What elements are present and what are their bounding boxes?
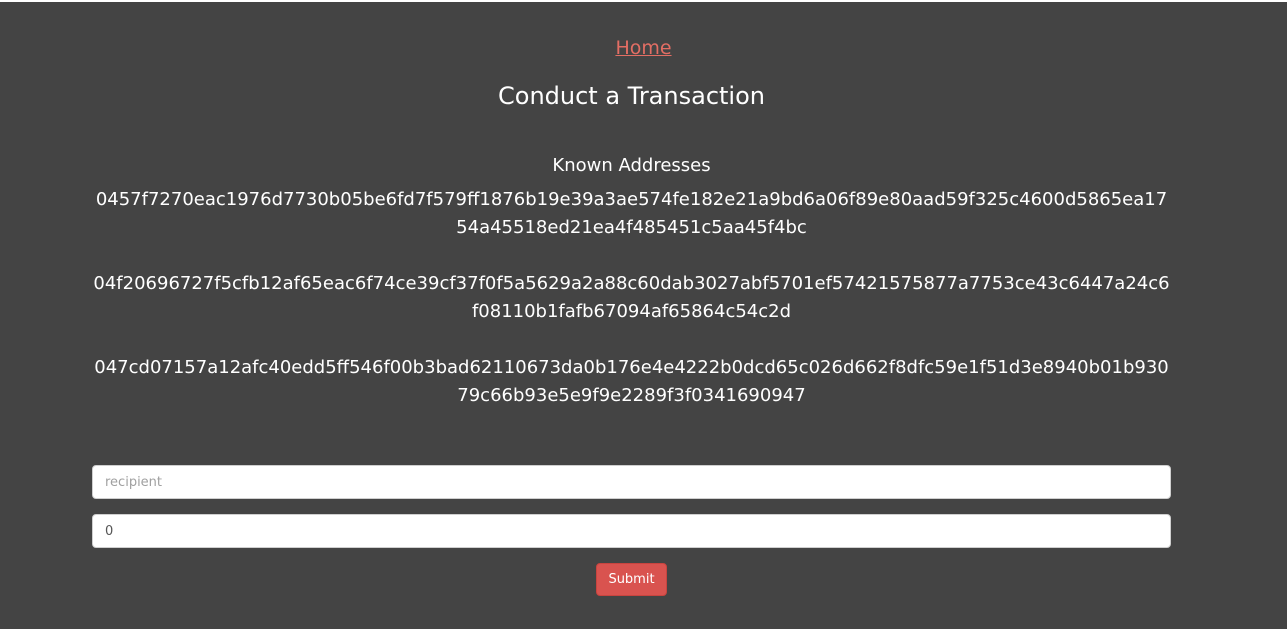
known-addresses-heading: Known Addresses xyxy=(552,155,711,176)
recipient-input[interactable] xyxy=(92,465,1171,499)
known-address[interactable]: 0457f7270eac1976d7730b05be6fd7f579ff1876… xyxy=(92,186,1171,242)
amount-input[interactable] xyxy=(92,514,1171,548)
known-addresses-list: 0457f7270eac1976d7730b05be6fd7f579ff1876… xyxy=(92,186,1171,438)
page-title: Conduct a Transaction xyxy=(498,82,765,110)
submit-button[interactable]: Submit xyxy=(596,563,667,596)
transaction-page: Home Conduct a Transaction Known Address… xyxy=(0,2,1287,629)
home-link[interactable]: Home xyxy=(615,37,671,59)
known-address[interactable]: 04f20696727f5cfb12af65eac6f74ce39cf37f0f… xyxy=(92,270,1171,326)
known-address[interactable]: 047cd07157a12afc40edd5ff546f00b3bad62110… xyxy=(92,354,1171,410)
home-nav: Home xyxy=(0,35,1287,61)
